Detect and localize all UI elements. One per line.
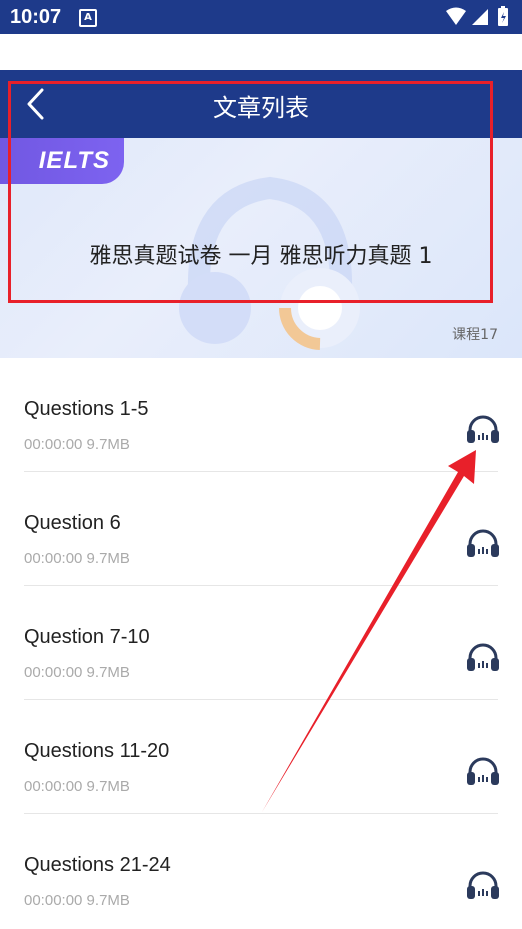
course-banner: IELTS 雅思真题试卷 一月 雅思听力真题 1 课程17 — [0, 138, 522, 358]
item-title: Questions 11-20 — [24, 740, 170, 762]
notification-a-icon: A — [79, 9, 97, 27]
ielts-tag: IELTS — [0, 138, 124, 184]
item-meta: 00:00:00 9.7MB — [24, 664, 130, 681]
headphones-icon[interactable] — [466, 642, 500, 672]
item-meta: 00:00:00 9.7MB — [24, 436, 130, 453]
wifi-icon — [446, 7, 466, 25]
app-header: 文章列表 — [0, 70, 522, 138]
banner-title: 雅思真题试卷 一月 雅思听力真题 1 — [89, 244, 433, 269]
page-title: 文章列表 — [213, 94, 309, 122]
blank-area — [0, 34, 522, 70]
item-meta: 00:00:00 9.7MB — [24, 550, 130, 567]
article-list: Questions 1-5 00:00:00 9.7MB Question 6 … — [0, 358, 522, 928]
headphones-icon[interactable] — [466, 528, 500, 558]
list-item[interactable]: Questions 21-24 00:00:00 9.7MB — [0, 814, 522, 928]
item-title: Question 6 — [24, 512, 121, 534]
status-bar: 10:07 A — [0, 0, 522, 34]
headphones-icon[interactable] — [466, 756, 500, 786]
item-meta: 00:00:00 9.7MB — [24, 892, 130, 909]
list-item[interactable]: Questions 11-20 00:00:00 9.7MB — [0, 700, 522, 814]
list-item[interactable]: Questions 1-5 00:00:00 9.7MB — [0, 358, 522, 472]
item-title: Questions 1-5 — [24, 398, 149, 420]
item-meta: 00:00:00 9.7MB — [24, 778, 130, 795]
headphones-icon[interactable] — [466, 414, 500, 444]
list-item[interactable]: Question 6 00:00:00 9.7MB — [0, 472, 522, 586]
headphones-icon[interactable] — [466, 870, 500, 900]
item-title: Questions 21-24 — [24, 854, 171, 876]
item-title: Question 7-10 — [24, 626, 150, 648]
status-time: 10:07 — [10, 6, 62, 28]
status-icons — [444, 6, 516, 32]
lesson-count: 课程17 — [452, 327, 498, 343]
list-item[interactable]: Question 7-10 00:00:00 9.7MB — [0, 586, 522, 700]
signal-icon — [472, 9, 488, 25]
